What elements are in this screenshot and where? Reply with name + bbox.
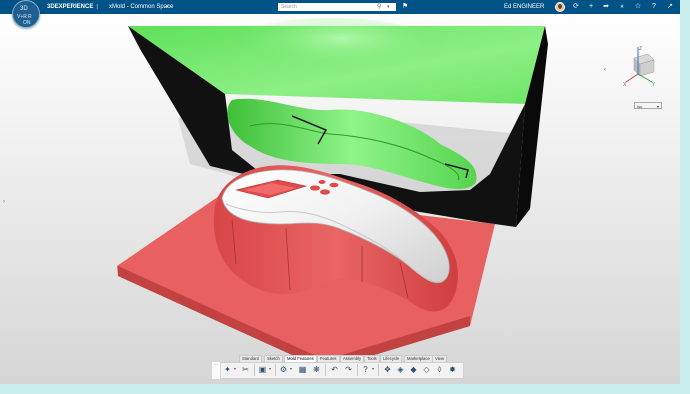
cut-icon[interactable]: ✂	[240, 364, 251, 375]
share-icon[interactable]: ➦	[601, 2, 611, 12]
collaborate-icon[interactable]: ⨰	[617, 2, 627, 12]
brand: 3DEXPERIENCE |	[47, 3, 101, 11]
toolbar-separator	[378, 364, 379, 376]
avatar[interactable]	[555, 2, 565, 12]
chevron-down-icon: ▾	[656, 104, 659, 109]
tab-sketch[interactable]: Sketch	[264, 355, 283, 362]
axis-widget[interactable]: Z X Y	[614, 44, 664, 94]
core-icon[interactable]: ◆	[408, 364, 419, 375]
title-separator: -	[126, 4, 129, 10]
app-window: 3DEXPERIENCE| xMold - Common Space ⌄ ⚲ ▾…	[0, 0, 680, 384]
brand-name: 3DEXPERIENCE	[47, 4, 94, 10]
brand-separator: |	[96, 4, 98, 10]
core-highlight	[210, 18, 450, 86]
parting-surface-icon[interactable]: ◈	[395, 364, 406, 375]
display-icon[interactable]: ▦	[297, 364, 308, 375]
search-icon[interactable]: ⚲	[377, 3, 381, 11]
mold-base-icon[interactable]: ✸	[447, 364, 458, 375]
tab-tools[interactable]: Tools	[364, 355, 380, 362]
compass-bottom-label: ON	[23, 20, 31, 26]
update-icon[interactable]: ⚙	[278, 364, 289, 375]
username[interactable]: Ed ENGINEER	[504, 3, 544, 11]
tab-assembly[interactable]: Assembly	[340, 355, 365, 362]
tab-features[interactable]: Features	[317, 355, 340, 362]
chevron-right-icon[interactable]: ›	[3, 198, 5, 206]
chevron-left-icon[interactable]: ‹	[604, 66, 606, 74]
tab-lifecycle[interactable]: Lifecycle	[380, 355, 403, 362]
toolbar-separator	[254, 364, 255, 376]
tab-standard[interactable]: Standard	[239, 355, 262, 362]
top-bar: 3DEXPERIENCE| xMold - Common Space ⌄ ⚲ ▾…	[0, 0, 680, 14]
x-axis	[625, 73, 639, 83]
part-button-2	[320, 189, 330, 195]
y-axis-label: Y	[652, 82, 656, 88]
view-mode-select[interactable]: Iso ▾	[634, 102, 662, 109]
viewport-canvas[interactable]	[0, 14, 680, 384]
apps-icon[interactable]: ☆	[633, 2, 643, 12]
cavity-icon[interactable]: ◇	[421, 364, 432, 375]
slider-icon[interactable]: ◊	[434, 364, 445, 375]
save-icon[interactable]: ▣	[257, 364, 268, 375]
tab-marketplace[interactable]: Marketplace	[404, 355, 433, 362]
undo-icon[interactable]: ↶	[329, 364, 340, 375]
tab-mold-features[interactable]: Mold Features	[284, 355, 317, 362]
x-axis-label: X	[623, 82, 627, 88]
tag-icon[interactable]: ⚑	[402, 2, 408, 12]
z-axis-label: Z	[639, 46, 642, 52]
part-button-4	[318, 180, 326, 184]
toolbar-separator	[357, 364, 358, 376]
fullscreen-icon[interactable]: ↗	[665, 2, 675, 12]
compass-widget[interactable]: 3D V+R R ON	[12, 0, 40, 28]
tab-view[interactable]: View	[432, 355, 448, 362]
parting-line-icon[interactable]: ❖	[382, 364, 393, 375]
part-button-1	[310, 185, 320, 191]
compass-top-label: 3D	[20, 6, 28, 12]
toolbar-separator	[325, 364, 326, 376]
settings-icon[interactable]: ❋	[311, 364, 322, 375]
help-icon[interactable]: ?	[649, 2, 659, 12]
app-name: xMold	[109, 4, 126, 10]
app-title[interactable]: xMold - Common Space	[109, 3, 173, 11]
redo-icon[interactable]: ↷	[343, 364, 354, 375]
select-options-icon[interactable]: ▾	[234, 366, 236, 371]
3d-viewport[interactable]: › ‹ Z X Y Iso ▾	[0, 14, 680, 384]
toolbar-separator	[275, 364, 276, 376]
update-options-icon[interactable]: ▾	[290, 366, 292, 371]
add-icon[interactable]: +	[586, 2, 596, 12]
chevron-down-icon[interactable]: ⌄	[165, 2, 170, 11]
compass-start-icon[interactable]: ⟳	[571, 2, 581, 12]
help-options-icon[interactable]: ▾	[372, 366, 374, 371]
y-axis	[637, 73, 653, 83]
help-icon[interactable]: ?	[360, 364, 371, 375]
action-bar-handle[interactable]: ⋯	[212, 362, 221, 379]
view-mode-value: Iso	[637, 104, 643, 109]
search-options-icon[interactable]: ▾	[387, 3, 390, 11]
save-options-icon[interactable]: ▾	[269, 366, 271, 371]
select-icon[interactable]: ✦	[222, 364, 233, 375]
part-button-3	[329, 182, 339, 188]
